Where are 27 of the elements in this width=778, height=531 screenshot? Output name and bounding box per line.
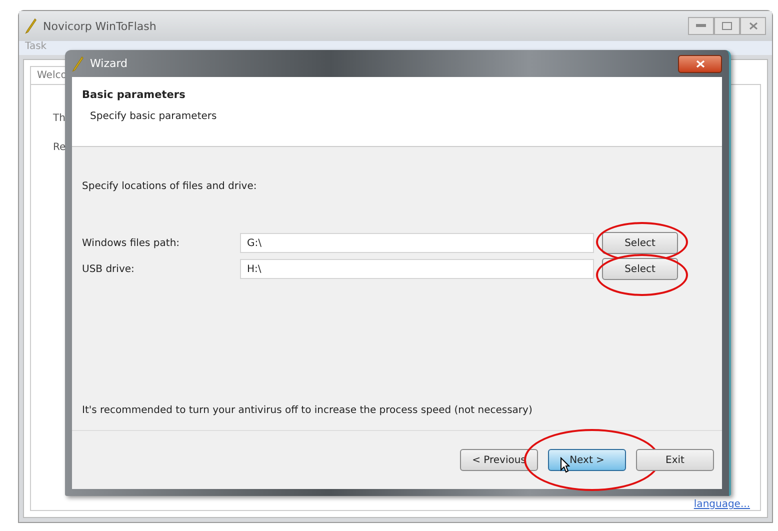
- note-text: It's recommended to turn your antivirus off to increase the process speed (not necessary): [82, 405, 534, 416]
- instruction-text: Specify locations of files and drive:: [82, 181, 258, 192]
- panel-text: Re: [53, 142, 66, 153]
- wizard-button[interactable]: Exit: [636, 449, 714, 471]
- dialog-title: Wizard: [90, 57, 129, 70]
- maximize-button[interactable]: [714, 17, 740, 35]
- minimize-icon: [696, 24, 706, 28]
- cursor-icon: [560, 457, 570, 473]
- close-button[interactable]: [678, 54, 722, 72]
- pencil-icon: [25, 18, 37, 34]
- field-label: Windows files path:: [82, 238, 181, 248]
- window-title: Novicorp WinToFlash: [43, 20, 158, 32]
- pencil-icon: [72, 56, 84, 72]
- header-subtitle: Specify basic parameters: [89, 111, 218, 122]
- path-field[interactable]: H:\: [240, 259, 594, 279]
- header-title: Basic parameters: [82, 89, 186, 101]
- select-button[interactable]: Select: [602, 232, 678, 254]
- maximize-icon: [722, 22, 732, 30]
- language-link[interactable]: language...: [694, 499, 750, 510]
- close-icon: [696, 60, 704, 68]
- wizard-button[interactable]: Next >: [548, 449, 626, 471]
- minimize-button[interactable]: [688, 17, 714, 35]
- path-field[interactable]: G:\: [240, 233, 594, 253]
- field-label: USB drive:: [82, 264, 136, 274]
- panel-text: Th: [53, 113, 66, 124]
- close-icon: [748, 22, 758, 30]
- select-button[interactable]: Select: [602, 258, 678, 280]
